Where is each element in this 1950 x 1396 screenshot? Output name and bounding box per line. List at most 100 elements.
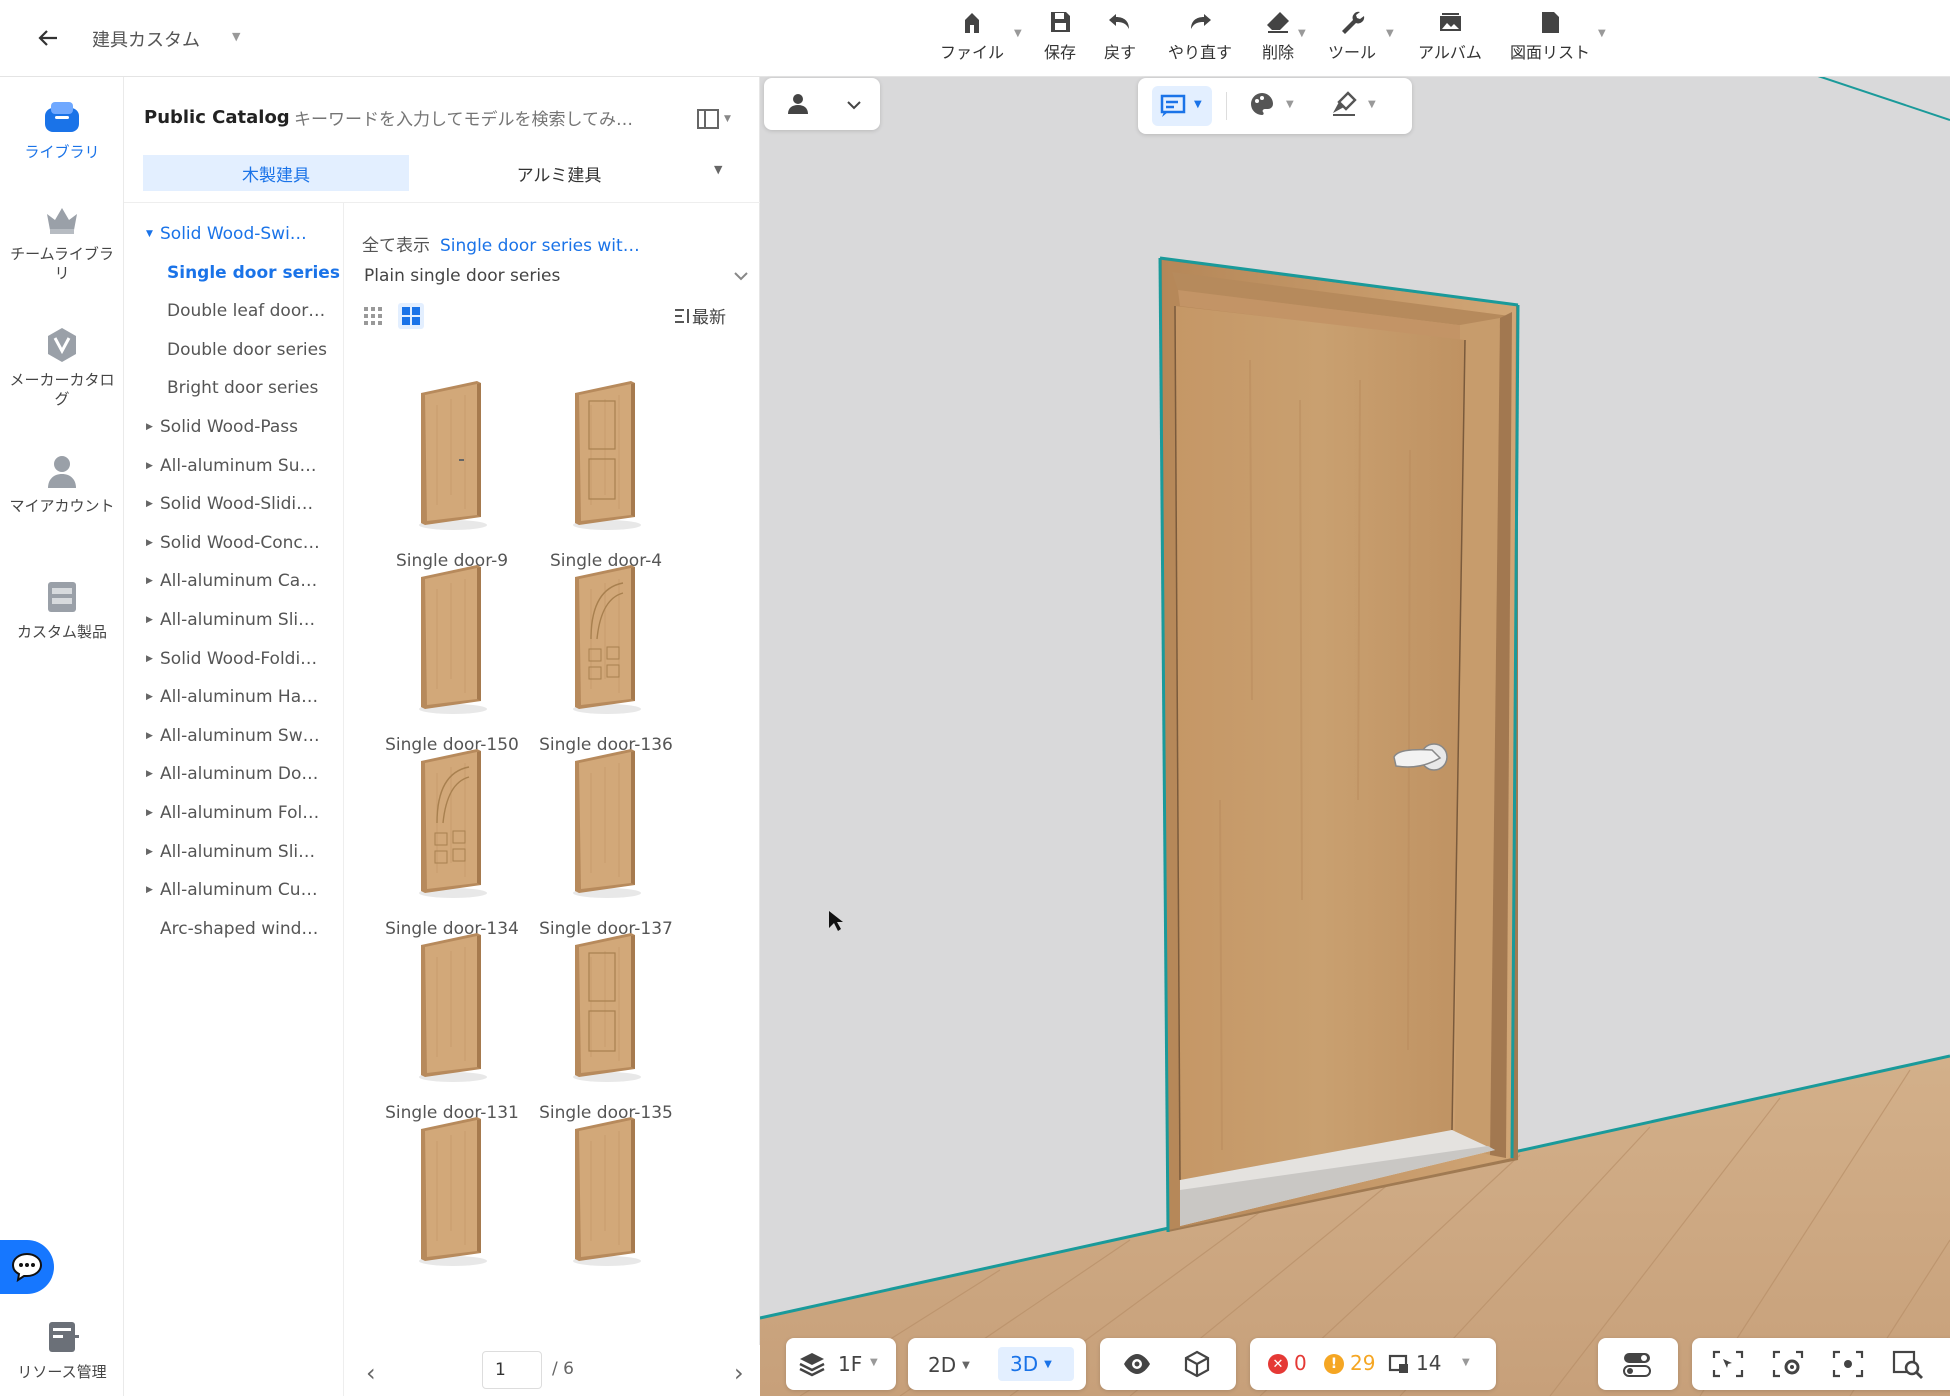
tree-item[interactable]: Double leaf door… (124, 292, 344, 330)
delete-menu-caret-icon[interactable]: ▼ (1298, 28, 1306, 39)
collapse-caret-icon[interactable]: ▶ (146, 769, 160, 779)
material-palette-button[interactable]: ▼ (1248, 90, 1308, 122)
nav-my-account[interactable]: マイアカウント (0, 451, 124, 516)
panel-layout-toggle[interactable]: ▼ (696, 103, 736, 135)
tree-item[interactable]: ▶ All-aluminum Fol… (124, 794, 344, 832)
collapse-caret-icon[interactable]: ▶ (146, 576, 160, 586)
tools-button[interactable]: ツール (1328, 8, 1376, 68)
error-count: 0 (1294, 1351, 1307, 1375)
product-thumbnail (516, 365, 696, 545)
tree-item[interactable]: ▶ Solid Wood-Conc… (124, 524, 344, 562)
collapse-caret-icon[interactable]: ▶ (146, 461, 160, 471)
collapse-caret-icon[interactable]: ▶ (146, 692, 160, 702)
tree-item[interactable]: ▶ All-aluminum Cu… (124, 871, 344, 909)
tools-menu-caret-icon[interactable]: ▼ (1386, 28, 1394, 39)
prev-page-button[interactable]: ‹ (366, 1359, 376, 1387)
settings-toggle-button[interactable] (1598, 1338, 1678, 1390)
undo-button[interactable]: 戻す (1104, 8, 1136, 68)
floor-selector[interactable]: 1F ▼ (786, 1338, 896, 1390)
tree-item[interactable]: ▶ Solid Wood-Slidi… (124, 485, 344, 523)
save-button[interactable]: 保存 (1044, 8, 1076, 68)
region-select-icon[interactable] (1712, 1349, 1744, 1379)
tree-item[interactable]: ▶ All-aluminum Do… (124, 755, 344, 793)
display-mode-button[interactable]: ▼ (1152, 86, 1212, 126)
tree-item[interactable]: ▶ All-aluminum Sw… (124, 717, 344, 755)
redo-button[interactable]: やり直す (1168, 8, 1232, 68)
collapse-caret-icon[interactable]: ▶ (146, 808, 160, 818)
tree-item[interactable]: ▶ All-aluminum Sli… (124, 833, 344, 871)
nav-custom-products[interactable]: カスタム製品 (0, 577, 124, 642)
status-caret-icon: ▼ (1462, 1357, 1470, 1368)
expand-caret-icon[interactable]: ▼ (146, 229, 160, 239)
nav-maker-catalog-label: メーカーカタログ (9, 371, 115, 408)
page-number-input[interactable] (482, 1351, 542, 1389)
next-page-button[interactable]: › (734, 1359, 744, 1387)
tree-item[interactable]: ▶ All-aluminum Su… (124, 447, 344, 485)
tree-item[interactable]: ▶ Solid Wood-Foldi… (124, 640, 344, 678)
back-button[interactable] (30, 20, 66, 56)
catalog-search-input[interactable] (294, 105, 664, 135)
collapse-caret-icon[interactable]: ▶ (146, 422, 160, 432)
tree-item[interactable]: Bright door series (124, 369, 344, 407)
nav-resource-manage-label: リソース管理 (17, 1363, 107, 1381)
view-3d-button[interactable]: 3D ▼ (998, 1347, 1074, 1381)
drawing-list-button[interactable]: 図面リスト (1510, 8, 1590, 68)
cube-icon[interactable] (1182, 1349, 1212, 1379)
collapse-caret-icon[interactable]: ▶ (146, 499, 160, 509)
arrow-left-icon (38, 30, 57, 46)
tree-item-label: All-aluminum Ca… (160, 571, 318, 592)
collapse-caret-icon[interactable]: ▶ (146, 654, 160, 664)
project-name[interactable]: 建具カスタム (92, 26, 200, 52)
tree-item[interactable]: ▼ Solid Wood-Swi… (124, 215, 344, 253)
collapse-caret-icon[interactable]: ▶ (146, 847, 160, 857)
nav-team-library[interactable]: チームライブラリ (0, 199, 124, 283)
tab-wooden-fittings[interactable]: 木製建具 (143, 155, 409, 191)
collapse-caret-icon[interactable]: ▶ (146, 615, 160, 625)
tree-item[interactable]: Double door series (124, 331, 344, 369)
camera-mode-selector[interactable] (764, 78, 880, 130)
toggle-switches-icon (1623, 1353, 1651, 1377)
view-2d-caret-icon: ▼ (962, 1359, 970, 1371)
house-file-icon (965, 13, 979, 33)
tree-item[interactable]: ▶ All-aluminum Ha… (124, 678, 344, 716)
product-card[interactable] (362, 1101, 542, 1321)
tree-item-label: All-aluminum Do… (160, 764, 319, 785)
tree-item[interactable]: ▶Arc-shaped wind… (124, 910, 344, 948)
collapse-caret-icon[interactable]: ▶ (146, 538, 160, 548)
view-2d-button[interactable]: 2D ▼ (928, 1348, 990, 1382)
album-button[interactable]: アルバム (1418, 8, 1482, 68)
brush-icon (1333, 91, 1357, 116)
nav-library[interactable]: ライブラリ (0, 97, 124, 162)
tree-item[interactable]: ▶ Solid Wood-Pass (124, 408, 344, 446)
file-menu-caret-icon[interactable]: ▼ (1014, 28, 1022, 39)
library-icon (42, 97, 82, 137)
product-thumbnail (362, 917, 542, 1097)
status-counters[interactable]: ✕ 0 ! 29 14 ▼ (1250, 1338, 1496, 1390)
product-card[interactable] (516, 1101, 696, 1321)
warning-icon: ! (1324, 1354, 1344, 1374)
album-label: アルバム (1418, 43, 1482, 62)
collapse-caret-icon[interactable]: ▶ (146, 731, 160, 741)
chat-support-button[interactable] (0, 1240, 54, 1294)
paint-brush-button[interactable]: ▼ (1330, 90, 1390, 122)
collapse-caret-icon[interactable]: ▶ (146, 885, 160, 895)
eye-icon[interactable] (1122, 1349, 1152, 1379)
tree-item[interactable]: ▶ All-aluminum Ca… (124, 562, 344, 600)
nav-resource-manage[interactable]: リソース管理 (0, 1317, 124, 1382)
door-thumbnail-icon (419, 1117, 487, 1266)
drawing-list-label: 図面リスト (1510, 43, 1591, 62)
delete-button[interactable]: 削除 (1262, 8, 1294, 68)
tab-aluminum-fittings[interactable]: アルミ建具 (414, 155, 704, 191)
nav-maker-catalog[interactable]: メーカーカタログ (0, 325, 124, 409)
tree-item[interactable]: ▶ All-aluminum Sli… (124, 601, 344, 639)
project-menu-caret-icon[interactable]: ▼ (232, 30, 240, 43)
zoom-fit-icon[interactable] (1892, 1349, 1924, 1379)
file-button[interactable]: ファイル (940, 8, 1004, 68)
focus-icon[interactable] (1832, 1349, 1864, 1379)
view-settings-icon[interactable] (1772, 1349, 1804, 1379)
drawing-list-caret-icon[interactable]: ▼ (1598, 28, 1606, 39)
tree-item[interactable]: Single door series (124, 254, 344, 292)
tree-item-label: All-aluminum Fol… (160, 803, 320, 823)
page-total: / 6 (552, 1359, 574, 1379)
tabs-more-caret-icon[interactable]: ▼ (714, 163, 722, 176)
